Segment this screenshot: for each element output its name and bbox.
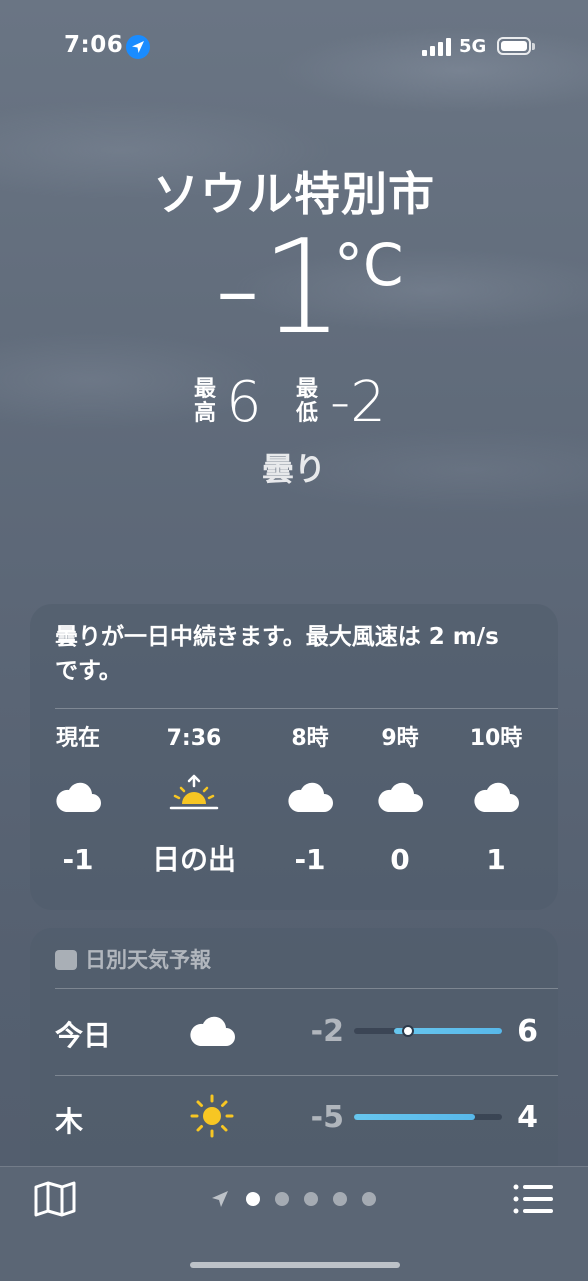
current-temperature: -1 °C: [0, 222, 588, 362]
hour-label: 7:36: [166, 726, 222, 751]
low-temp: -2: [310, 1014, 344, 1049]
battery-icon: [497, 37, 535, 55]
hour-temp: 1: [486, 843, 506, 876]
daily-forecast-header: 日別天気予報: [55, 944, 211, 974]
status-time: 7:06: [64, 32, 124, 58]
low-temp: -5: [310, 1100, 344, 1135]
daily-row[interactable]: 今日 -2 6: [30, 990, 558, 1076]
temp-range-fill: [354, 1114, 476, 1120]
high-temp: 4: [517, 1100, 538, 1135]
cloud-icon: [352, 774, 448, 834]
hour-item[interactable]: 7:36 日の出: [146, 724, 242, 880]
hour-temp: -1: [62, 843, 94, 876]
temp-range-bar: [354, 1114, 502, 1120]
high-value: 6: [226, 370, 262, 435]
hour-label: 10時: [469, 726, 523, 751]
hour-item[interactable]: 9時 0: [352, 724, 448, 880]
list-icon[interactable]: [512, 1183, 554, 1215]
high-temp: 6: [517, 1014, 538, 1049]
current-temp-value: -1: [214, 211, 344, 363]
page-dot[interactable]: [304, 1192, 318, 1206]
hour-item[interactable]: 8時 -1: [262, 724, 358, 880]
sunrise-icon: [146, 774, 242, 834]
signal-bars-icon: [422, 38, 451, 56]
location-arrow-icon: [126, 35, 150, 59]
low-value: -2: [330, 370, 386, 435]
network-type: 5G: [459, 36, 487, 57]
daily-row[interactable]: 木 -5 4: [30, 1076, 558, 1162]
low-label: 最低: [295, 377, 318, 426]
temp-range-bar: [354, 1025, 502, 1037]
status-bar: 7:06 5G: [0, 0, 588, 90]
cloud-icon: [448, 774, 544, 834]
hour-temp: -1: [294, 843, 326, 876]
hour-item[interactable]: 現在 -1: [30, 724, 126, 880]
cloud-icon: [30, 774, 126, 834]
high-low: 最高 6 最低 -2: [0, 370, 588, 440]
divider: [55, 988, 558, 989]
calendar-icon: [55, 950, 77, 970]
day-label: 木: [55, 1105, 84, 1138]
condition-text: 曇り: [261, 450, 326, 488]
divider: [55, 708, 558, 709]
page-dot-active[interactable]: [246, 1192, 260, 1206]
daily-forecast-title: 日別天気予報: [85, 948, 211, 972]
sun-icon: [188, 1094, 238, 1138]
page-dot[interactable]: [362, 1192, 376, 1206]
home-indicator[interactable]: [190, 1262, 400, 1268]
current-temp-marker: [401, 1025, 414, 1037]
hour-label: 現在: [55, 726, 100, 751]
forecast-summary: 曇りが一日中続きます。最大風速は 2 m/s です。: [55, 624, 499, 684]
hour-item[interactable]: 10時 1: [448, 724, 544, 880]
page-dot[interactable]: [275, 1192, 289, 1206]
cloud-icon: [188, 1008, 238, 1052]
day-label: 今日: [55, 1019, 112, 1052]
hour-label: 9時: [381, 726, 419, 751]
sunrise-label: 日の出: [151, 843, 236, 876]
location-arrow-icon: [212, 1191, 228, 1207]
hour-label: 8時: [291, 726, 329, 751]
page-dot[interactable]: [333, 1192, 347, 1206]
bottom-toolbar: [0, 1166, 588, 1281]
high-label: 最高: [193, 377, 216, 426]
cloud-icon: [262, 774, 358, 834]
hour-temp: 0: [390, 843, 410, 876]
temp-unit: °C: [334, 231, 404, 299]
map-icon[interactable]: [34, 1181, 76, 1217]
daily-forecast-card[interactable]: 日別天気予報 今日 -2 6 木 -5 4: [30, 928, 558, 1188]
hourly-forecast-card[interactable]: 曇りが一日中続きます。最大風速は 2 m/s です。 現在 -1 7:36 日の…: [30, 604, 558, 910]
